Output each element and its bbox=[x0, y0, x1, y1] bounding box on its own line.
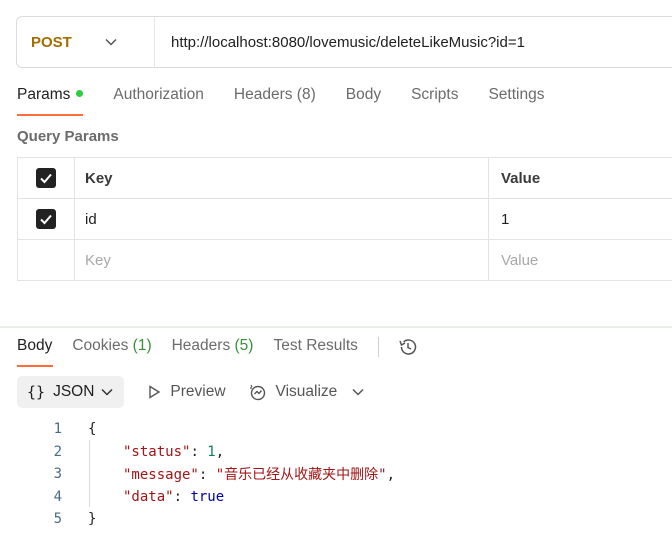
close-brace: } bbox=[88, 511, 97, 528]
tab-headers-label: Headers bbox=[171, 337, 231, 354]
tab-settings[interactable]: Settings bbox=[488, 86, 544, 116]
play-icon bbox=[149, 385, 161, 399]
cookies-count: (1) bbox=[132, 337, 152, 354]
method-label: POST bbox=[31, 33, 72, 51]
visualize-icon bbox=[249, 384, 265, 401]
visualize-button[interactable]: Visualize bbox=[248, 382, 338, 402]
code-line: 3 "message": "音乐已经从收藏夹中删除", bbox=[0, 463, 672, 486]
line-number: 2 bbox=[53, 443, 62, 460]
query-params-title: Query Params bbox=[17, 128, 119, 145]
line-number: 1 bbox=[53, 421, 62, 438]
line-number: 5 bbox=[53, 511, 62, 528]
new-value-input[interactable]: Value bbox=[489, 240, 672, 280]
chevron-down-icon bbox=[352, 388, 364, 396]
code-line: 4 "data": true bbox=[0, 486, 672, 509]
tab-authorization[interactable]: Authorization bbox=[113, 86, 203, 116]
status-entry: "status": 1, bbox=[123, 443, 225, 460]
tab-response-body[interactable]: Body bbox=[17, 337, 54, 367]
request-bar: POST http://localhost:8080/lovemusic/del… bbox=[16, 16, 672, 68]
param-checkbox[interactable] bbox=[36, 209, 56, 229]
status-value: 1 bbox=[207, 443, 216, 460]
active-dot-icon bbox=[76, 90, 84, 98]
method-selector[interactable]: POST bbox=[17, 17, 155, 67]
tab-cookies[interactable]: Cookies (1) bbox=[72, 337, 151, 355]
param-key-cell[interactable]: id bbox=[75, 199, 489, 239]
new-key-input[interactable]: Key bbox=[75, 240, 489, 280]
tab-params[interactable]: Params bbox=[17, 86, 84, 116]
message-key: "message" bbox=[123, 467, 199, 484]
tab-headers[interactable]: Headers (8) bbox=[234, 86, 316, 116]
code-line: 1 { bbox=[0, 418, 672, 441]
params-table: Key Value id 1 Key Value bbox=[17, 157, 672, 281]
table-row-empty: Key Value bbox=[18, 240, 672, 281]
message-value: "音乐已经从收藏夹中删除" bbox=[215, 467, 387, 484]
open-brace: { bbox=[88, 421, 97, 438]
visualize-label: Visualize bbox=[275, 383, 338, 400]
row-check-cell bbox=[18, 199, 75, 239]
chevron-down-icon bbox=[101, 388, 113, 396]
table-row: id 1 bbox=[18, 199, 672, 240]
url-input[interactable]: http://localhost:8080/lovemusic/deleteLi… bbox=[155, 34, 525, 51]
tab-scripts[interactable]: Scripts bbox=[411, 86, 458, 116]
preview-label: Preview bbox=[170, 383, 226, 400]
message-entry: "message": "音乐已经从收藏夹中删除", bbox=[123, 467, 396, 484]
line-number: 4 bbox=[53, 488, 62, 505]
data-entry: "data": true bbox=[123, 488, 225, 505]
data-key: "data" bbox=[123, 488, 174, 505]
response-toolbar: {} JSON Preview Visualize bbox=[17, 376, 373, 408]
code-line: 5 } bbox=[0, 508, 672, 531]
param-value-cell[interactable]: 1 bbox=[489, 199, 672, 239]
indent-guide bbox=[89, 440, 90, 507]
response-body-viewer[interactable]: 1 { 2 "status": 1, 3 "message": "音乐已经从收藏… bbox=[0, 418, 672, 531]
preview-button[interactable]: Preview bbox=[146, 383, 226, 401]
params-header-row: Key Value bbox=[18, 158, 672, 199]
headers-count: (5) bbox=[234, 337, 254, 354]
empty-check-cell bbox=[18, 240, 75, 280]
format-label: JSON bbox=[53, 383, 95, 400]
format-selector[interactable]: {} JSON bbox=[17, 376, 125, 408]
line-number: 3 bbox=[53, 466, 62, 483]
check-icon bbox=[40, 214, 52, 225]
select-all-checkbox[interactable] bbox=[36, 168, 56, 188]
tab-body[interactable]: Body bbox=[346, 86, 381, 116]
status-key: "status" bbox=[123, 443, 191, 460]
chevron-down-icon bbox=[105, 38, 117, 46]
history-icon[interactable] bbox=[397, 336, 419, 358]
header-check-cell bbox=[18, 158, 75, 198]
tab-separator bbox=[377, 337, 379, 357]
braces-icon: {} bbox=[27, 383, 46, 401]
tab-test-results[interactable]: Test Results bbox=[273, 337, 357, 355]
request-tabs: Params Authorization Headers (8) Body Sc… bbox=[17, 86, 574, 116]
response-tabs: Body Cookies (1) Headers (5) Test Result… bbox=[17, 337, 419, 367]
tab-params-label: Params bbox=[17, 86, 71, 103]
value-column-header: Value bbox=[489, 158, 672, 198]
key-column-header: Key bbox=[75, 158, 489, 198]
data-value: true bbox=[190, 488, 225, 505]
tab-response-headers[interactable]: Headers (5) bbox=[172, 337, 254, 355]
visualize-dropdown[interactable] bbox=[351, 385, 373, 399]
check-icon bbox=[40, 173, 52, 184]
tab-cookies-label: Cookies bbox=[72, 337, 129, 354]
panel-divider[interactable] bbox=[0, 326, 672, 328]
code-line: 2 "status": 1, bbox=[0, 441, 672, 464]
